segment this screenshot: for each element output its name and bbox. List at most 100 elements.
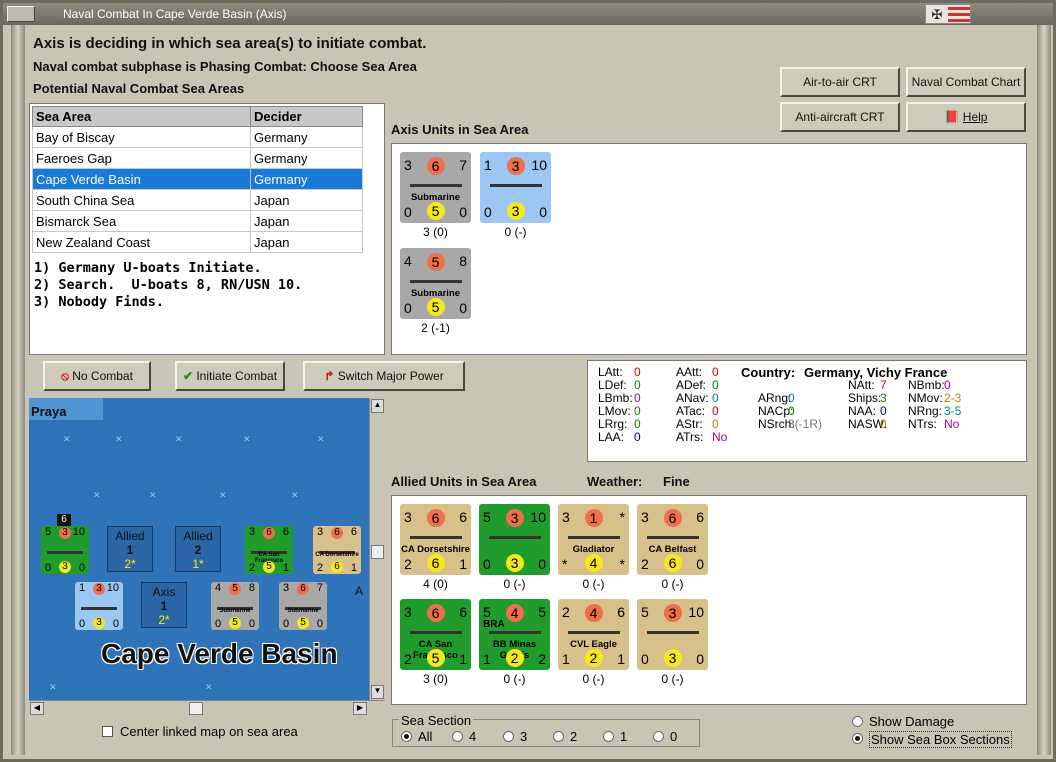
unit-top-right-value: 7 [459,157,467,173]
unit-top-center-value: 4 [505,604,524,622]
air-to-air-crt-button[interactable]: Air-to-air CRT [780,67,900,97]
scroll-v-thumb[interactable] [371,545,384,559]
scroll-up-arrow-icon[interactable]: ▲ [371,399,384,413]
stat-value: 0 [712,378,719,392]
status-heading: Axis is deciding in which sea area(s) to… [33,35,427,52]
unit-counter[interactable]: 366CA San Francisco251 [400,599,471,670]
stat-label: AAtt: [676,365,703,379]
unit-top-center-value: 1 [584,509,603,527]
help-book-icon: 📕 [944,110,960,124]
map-hscroll[interactable]: ◀ ▶ [29,700,385,716]
unit-bottom-left-value: 0 [404,300,412,316]
sea-section-radio[interactable] [452,731,463,742]
unit-bottom-center-value: 3 [506,202,525,220]
cutoff-box-label: A [355,584,364,598]
allied-units-panel: 3 6 6 CA Dorsetshire 2 6 1 4 (0) 5 3 10 0 3 0 0 (-) 3 1 *… [391,495,1027,705]
unit-top-center-value: 3 [505,509,524,527]
stat-value: 0 [880,417,887,431]
stat-value: 0 [712,365,719,379]
stat-label: ARng: [758,391,792,405]
initiate-combat-button[interactable]: ✔ Initiate Combat [175,361,285,391]
map-vscroll[interactable]: ▲ ▼ [369,398,385,700]
unit-counter[interactable]: 5 3 10 0 3 0 [41,526,89,574]
wave-mark-icon: ✕ [317,434,325,444]
sea-box-section[interactable]: Axis 1 2* [141,582,187,628]
unit-top-center-value: 3 [506,157,525,175]
no-entry-icon: ⦸ [61,369,69,383]
unit-bottom-right-value: 0 [459,300,467,316]
sea-section-radio[interactable] [553,731,564,742]
unit-top-left-value: 1 [79,582,86,594]
help-button[interactable]: 📕 Help [906,102,1026,132]
unit-counter[interactable]: 3 1 * Gladiator * 4 * [558,504,629,575]
anti-aircraft-crt-button[interactable]: Anti-aircraft CRT [780,102,900,132]
decider-cell: Germany [250,168,363,190]
allied-units-title: Allied Units in Sea Area [391,474,537,489]
unit-bottom-left-value: * [562,556,568,572]
unit-counter[interactable]: 4 5 8 Submarine 0 5 0 [400,248,471,319]
unit-counter[interactable]: 545BB Minas Gerais122BRA [479,599,550,670]
scroll-h-thumb[interactable] [189,702,203,715]
unit-counter[interactable]: 5 3 10 0 3 0 [637,599,708,670]
unit-counter[interactable]: 366CA San Francisco251 [245,526,293,574]
sea-area-row[interactable]: Bismarck Sea Japan [32,210,363,232]
unit-counter[interactable]: 3 6 6 CA Belfast 2 6 0 [637,504,708,575]
unit-top-center-value: 3 [59,527,71,539]
unit-counter[interactable]: 1 3 10 0 3 0 [480,152,551,223]
sea-area-cell: New Zealand Coast [32,231,251,253]
no-combat-button[interactable]: ⦸ No Combat [43,361,151,391]
unit-counter[interactable]: 3 6 6 CA Dorsetshire 2 6 1 [313,526,361,574]
switch-major-power-button[interactable]: ↱ Switch Major Power [303,361,465,391]
unit-counter[interactable]: 1 3 10 0 3 0 [75,582,123,630]
unit-bottom-center-value: 5 [426,649,445,667]
sea-section-option-label: 4 [469,729,477,744]
sea-area-row[interactable]: South China Sea Japan [32,189,363,211]
sea-section-option-label: All [418,729,433,744]
unit-caption: 0 (-) [504,225,527,239]
unit-top-right-value: 6 [282,526,289,538]
sea-area-row[interactable]: New Zealand Coast Japan [32,231,363,253]
col-decider[interactable]: Decider [250,106,363,127]
sea-area-row[interactable]: Faeroes Gap Germany [32,147,363,169]
scroll-right-arrow-icon[interactable]: ▶ [353,702,367,715]
sea-area-map[interactable]: Praya Cape Verde Basin ▲ ▼ ◀ ▶ Allied 1 2*… [29,398,385,716]
unit-name: Submarine [287,608,319,614]
unit-nation-flag: BRA [483,619,505,630]
unit-top-center-value: 5 [229,583,241,595]
unit-counter[interactable]: 3 6 7 Submarine 0 5 0 [279,582,327,630]
unit-bottom-right-value: 0 [248,618,255,630]
unit-counter[interactable]: 4 5 8 Submarine 0 5 0 [211,582,259,630]
sea-box-section[interactable]: Allied 2 1* [175,526,221,572]
naval-combat-chart-button[interactable]: Naval Combat Chart [906,67,1026,97]
scroll-down-arrow-icon[interactable]: ▼ [371,685,384,699]
unit-bottom-right-value: 0 [78,562,85,574]
unit-counter[interactable]: 3 6 7 Submarine 0 5 0 [400,152,471,223]
stat-label: LAA: [598,430,625,444]
show-sections-radio[interactable] [852,733,863,744]
combat-log: 1) Germany U-boats Initiate. 2) Search. U… [34,260,302,311]
unit-counter[interactable]: 2 4 6 CVL Eagle 1 2 1 [558,599,629,670]
unit-caption: 0 (-) [582,577,605,591]
ship-silhouette-icon [410,273,462,283]
sea-box-section[interactable]: Allied 1 2* [107,526,153,572]
sea-section-radio[interactable] [503,731,514,742]
unit-bottom-right-value: 1 [282,562,289,574]
system-menu-button[interactable] [7,6,35,22]
unit-counter[interactable]: 5 3 10 0 3 0 [479,504,550,575]
col-sea-area[interactable]: Sea Area [32,106,251,127]
stat-label: NTrs: [908,417,937,431]
unit-caption: 0 (-) [503,577,526,591]
sea-area-row[interactable]: Bay of Biscay Germany [32,126,363,148]
sea-section-radio[interactable] [401,731,412,742]
unit-caption: 0 (-) [582,672,605,686]
scroll-left-arrow-icon[interactable]: ◀ [30,702,44,715]
wave-mark-icon: ✕ [175,434,183,444]
sea-section-radio[interactable] [603,731,614,742]
show-damage-label: Show Damage [869,714,955,729]
sea-area-row[interactable]: Cape Verde Basin Germany [32,168,363,190]
center-map-checkbox[interactable] [102,726,113,737]
sea-section-radio[interactable] [653,731,664,742]
unit-counter[interactable]: 3 6 6 CA Dorsetshire 2 6 1 [400,504,471,575]
stat-value: 0 [712,417,719,431]
show-damage-radio[interactable] [852,716,863,727]
